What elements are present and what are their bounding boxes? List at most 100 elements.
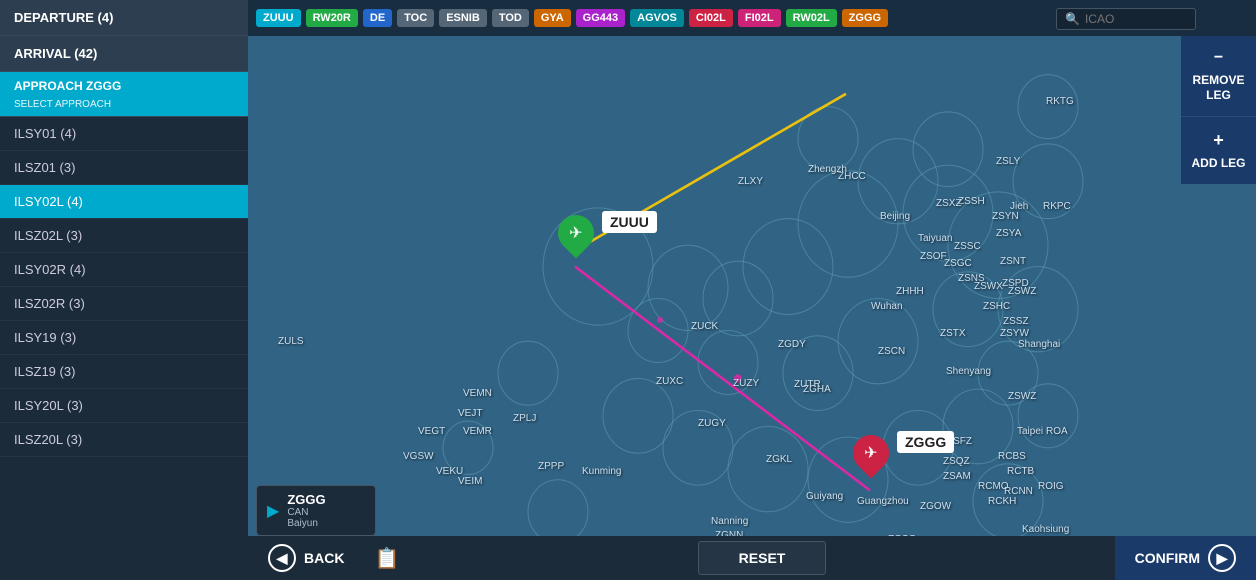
map-label: VEGT <box>418 426 445 437</box>
route-tag-rw20r[interactable]: RW20R <box>306 9 358 27</box>
map-label: RCNN <box>1004 486 1033 497</box>
confirm-button[interactable]: CONFIRM ▶ <box>1115 536 1256 580</box>
approach-title: APPROACH ZGGG <box>14 79 121 93</box>
map-label: RKTG <box>1046 96 1074 107</box>
sidebar-item-ilsz02l[interactable]: ILSZ02L (3) <box>0 219 248 253</box>
map-label: ZSXZ <box>936 198 962 209</box>
map-label: VEKU <box>436 466 463 477</box>
sidebar-arrival-header[interactable]: ARRIVAL (42) <box>0 36 248 72</box>
sidebar: DEPARTURE (4) ARRIVAL (42) APPROACH ZGGG… <box>0 0 248 580</box>
search-bar[interactable]: 🔍 <box>1056 8 1196 30</box>
map-label: Guangzhou <box>857 496 909 507</box>
back-label: BACK <box>304 550 344 566</box>
map-label: VEMR <box>463 426 492 437</box>
bottom-center: RESET <box>409 541 1114 575</box>
sidebar-item-ilsy19[interactable]: ILSY19 (3) <box>0 321 248 355</box>
sidebar-item-ilsy02r[interactable]: ILSY02R (4) <box>0 253 248 287</box>
map-label: VEIM <box>458 476 482 487</box>
map-label: ZSWX <box>974 281 1003 292</box>
map-label: ZGDY <box>778 339 806 350</box>
sidebar-departure-header[interactable]: DEPARTURE (4) <box>0 0 248 36</box>
map-label: Guiyang <box>806 491 843 502</box>
map-label: ZGOW <box>920 501 951 512</box>
route-tag-de[interactable]: DE <box>363 9 392 27</box>
help-icon: 📋 <box>374 546 399 571</box>
map-label: ZUXC <box>656 376 683 387</box>
plus-icon: + <box>1189 129 1248 152</box>
map-label: ZGKL <box>766 454 792 465</box>
minus-icon: − <box>1189 48 1248 69</box>
sidebar-item-ilsz02r[interactable]: ILSZ02R (3) <box>0 287 248 321</box>
route-tag-toc[interactable]: TOC <box>397 9 434 27</box>
search-input[interactable] <box>1085 12 1187 26</box>
map-label: ZPLJ <box>513 413 536 424</box>
map-label: ZGHA <box>803 384 831 395</box>
zggg-card-sub1: CAN <box>287 507 325 518</box>
map-label: RCBS <box>998 451 1026 462</box>
map-label: Kaohsiung <box>1022 524 1069 535</box>
search-icon: 🔍 <box>1065 12 1080 26</box>
map-label: ZSOF <box>920 251 947 262</box>
map-label: VEMN <box>463 388 492 399</box>
route-tag-rw02l[interactable]: RW02L <box>786 9 837 27</box>
reset-button[interactable]: RESET <box>698 541 827 575</box>
map-label: ZSNS <box>958 273 985 284</box>
zggg-card-sub2: Baiyun <box>287 518 325 529</box>
confirm-label: CONFIRM <box>1135 550 1200 566</box>
map-label: ZSWZ <box>1008 286 1036 297</box>
approach-sub: SELECT APPROACH <box>14 99 111 110</box>
route-tag-tod[interactable]: TOD <box>492 9 529 27</box>
map-label: ZUGY <box>698 418 726 429</box>
sidebar-item-ilsz20l[interactable]: ILSZ20L (3) <box>0 423 248 457</box>
map-label: Taipei <box>1017 426 1043 437</box>
map-label: RCTB <box>1007 466 1034 477</box>
map-label: ROIG <box>1038 481 1064 492</box>
sidebar-item-ilsy01[interactable]: ILSY01 (4) <box>0 117 248 151</box>
sidebar-item-ilsz19[interactable]: ILSZ19 (3) <box>0 355 248 389</box>
airport-zuuu-marker[interactable]: ✈ ZUUU <box>558 215 594 251</box>
map-label: Nanning <box>711 516 748 527</box>
route-tag-zuuu[interactable]: ZUUU <box>256 9 301 27</box>
map-label: ZSNT <box>1000 256 1026 267</box>
sidebar-item-ilsy20l[interactable]: ILSY20L (3) <box>0 389 248 423</box>
map-label: ZUTR <box>794 379 821 390</box>
map-label: ZULS <box>278 336 304 347</box>
route-tag-zggg[interactable]: ZGGG <box>842 9 888 27</box>
map-area[interactable]: ZUUU RW20R DE TOC ESNIB TOD GYA GG443 AGVOS CI02L… <box>248 0 1256 580</box>
zggg-card-code: ZGGG <box>287 492 325 507</box>
sidebar-list: ILSY01 (4)ILSZ01 (3)ILSY02L (4)ILSZ02L (… <box>0 117 248 580</box>
map-label: ZSYW <box>1000 328 1029 339</box>
map-label: ZSGC <box>944 258 972 269</box>
map-label: Shenyang <box>946 366 991 377</box>
map-label: RKPC <box>1043 201 1071 212</box>
airport-zggg-marker[interactable]: ✈ ZGGG <box>853 435 889 471</box>
map-label: Jieh <box>1010 201 1028 212</box>
map-label: ZSQZ <box>943 456 970 467</box>
back-button[interactable]: ◀ BACK <box>248 536 364 580</box>
sidebar-item-ilsz01[interactable]: ILSZ01 (3) <box>0 151 248 185</box>
sidebar-item-ilsy02l[interactable]: ILSY02L (4) <box>0 185 248 219</box>
map-label: RCKH <box>988 496 1016 507</box>
right-panel: − REMOVE LEG + ADD LEG <box>1181 36 1256 184</box>
map-label: ZUZY <box>733 378 759 389</box>
route-tag-esnib[interactable]: ESNIB <box>439 9 487 27</box>
bottom-bar: ◀ BACK 📋 RESET CONFIRM ▶ <box>248 536 1256 580</box>
help-button[interactable]: 📋 <box>364 536 409 580</box>
sidebar-approach-header[interactable]: APPROACH ZGGG SELECT APPROACH <box>0 72 248 117</box>
zggg-label: ZGGG <box>897 431 954 453</box>
remove-leg-button[interactable]: − REMOVE LEG <box>1181 36 1256 117</box>
zggg-card-info: ZGGG CAN Baiyun <box>287 492 325 529</box>
remove-leg-label: REMOVE LEG <box>1192 73 1244 103</box>
route-tag-gg443[interactable]: GG443 <box>576 9 625 27</box>
zggg-info-card[interactable]: ▶ ZGGG CAN Baiyun <box>256 485 376 536</box>
route-tag-agvos[interactable]: AGVOS <box>630 9 684 27</box>
map-label: ZSTX <box>940 328 966 339</box>
route-tag-gya[interactable]: GYA <box>534 9 571 27</box>
add-leg-button[interactable]: + ADD LEG <box>1181 117 1256 184</box>
route-tag-ci02l[interactable]: CI02L <box>689 9 733 27</box>
map-label: ZSYN <box>992 211 1019 222</box>
route-tag-fi02l[interactable]: FI02L <box>738 9 781 27</box>
map-label: RCMO <box>978 481 1009 492</box>
main-container: DEPARTURE (4) ARRIVAL (42) APPROACH ZGGG… <box>0 0 1256 580</box>
map-label: ZHHH <box>896 286 924 297</box>
